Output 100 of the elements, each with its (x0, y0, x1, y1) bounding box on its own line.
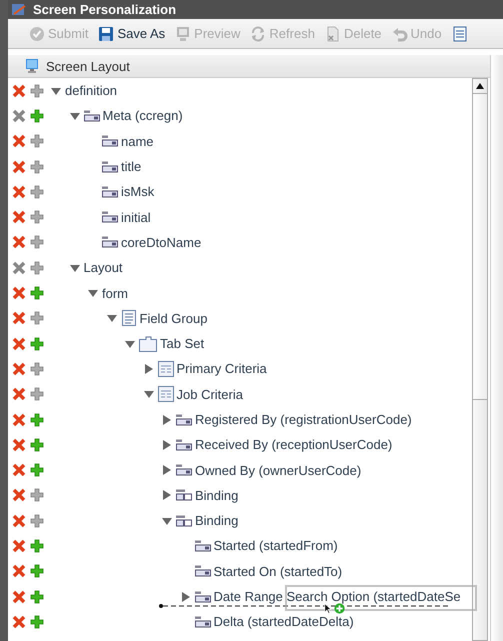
delete-icon[interactable] (12, 538, 26, 553)
scrollbar[interactable] (472, 78, 488, 641)
tree-node-label[interactable]: Date Range Search Option (startedDateSe (214, 589, 461, 604)
add-icon[interactable] (30, 387, 44, 402)
delete-icon[interactable] (12, 286, 26, 300)
tree-node-label[interactable]: Owned By (ownerUserCode) (195, 462, 362, 478)
delete-icon[interactable] (12, 614, 26, 629)
tree-node-label[interactable]: Tab Set (160, 336, 204, 352)
tree-node-label[interactable]: Primary Criteria (176, 361, 267, 376)
tab-page-icon (158, 386, 174, 402)
add-icon[interactable] (30, 538, 44, 553)
tree-node-label[interactable]: Job Criteria (176, 386, 243, 402)
delete-icon[interactable] (12, 412, 26, 426)
delete-icon[interactable] (12, 108, 26, 123)
tree-node-label[interactable]: name (121, 134, 154, 149)
document-delete-icon (324, 26, 341, 42)
field-icon (102, 211, 118, 224)
expand-arrow-icon[interactable] (161, 464, 173, 476)
tree-node-label[interactable]: title (121, 159, 142, 174)
add-icon[interactable] (30, 160, 44, 174)
field-icon (176, 438, 192, 451)
expand-arrow-icon[interactable] (180, 590, 192, 603)
add-icon[interactable] (30, 564, 44, 578)
tree-node-label[interactable]: Delta (startedDateDelta) (214, 614, 354, 630)
delete-icon[interactable] (12, 134, 26, 148)
tree-node-label[interactable]: Binding (195, 513, 238, 528)
check-icon (29, 26, 45, 42)
add-icon[interactable] (30, 614, 44, 629)
add-icon[interactable] (30, 311, 44, 326)
add-icon[interactable] (30, 336, 44, 351)
add-icon[interactable] (30, 438, 44, 452)
delete-icon[interactable] (12, 463, 26, 478)
field-icon (102, 186, 118, 198)
add-icon[interactable] (30, 260, 44, 275)
add-icon[interactable] (30, 235, 44, 250)
delete-icon[interactable] (12, 260, 26, 275)
monitor-icon (24, 58, 40, 74)
delete-icon[interactable] (12, 210, 26, 224)
refresh-icon (250, 26, 266, 42)
delete-icon[interactable] (12, 514, 26, 528)
tree-node-label[interactable]: Field Group (140, 310, 208, 326)
delete-icon[interactable] (12, 438, 26, 452)
field-icon (102, 135, 118, 148)
collapse-arrow-icon[interactable] (106, 312, 118, 324)
field-icon (194, 590, 210, 603)
delete-icon[interactable] (12, 84, 26, 98)
expand-arrow-icon[interactable] (142, 362, 154, 375)
field-icon (84, 110, 100, 122)
scrollbar[interactable] (490, 55, 503, 641)
add-icon[interactable] (30, 514, 44, 528)
add-icon[interactable] (30, 412, 44, 426)
delete-icon[interactable] (12, 235, 26, 250)
app-icon (11, 2, 27, 18)
add-icon (334, 603, 345, 614)
add-icon[interactable] (30, 134, 44, 148)
field-icon (176, 464, 192, 476)
delete-icon[interactable] (12, 590, 26, 604)
expand-arrow-icon[interactable] (161, 489, 173, 502)
tree-node-label[interactable]: initial (121, 210, 151, 225)
undo-icon (392, 26, 408, 42)
add-icon[interactable] (30, 84, 44, 98)
cursor-icon (324, 603, 333, 614)
tree-node-label[interactable]: Layout (84, 260, 123, 276)
form-icon (120, 310, 136, 326)
save-button[interactable]: Save As (95, 24, 168, 44)
collapse-arrow-icon[interactable] (87, 287, 99, 300)
tree-node-label[interactable]: definition (65, 83, 118, 98)
add-icon[interactable] (30, 362, 44, 376)
delete-icon[interactable] (12, 184, 26, 199)
tree-node-label[interactable]: coreDtoName (121, 234, 202, 250)
delete-icon[interactable] (12, 311, 26, 326)
collapse-arrow-icon[interactable] (142, 388, 154, 400)
add-icon[interactable] (30, 590, 44, 604)
tree-node-label[interactable]: isMsk (121, 184, 154, 200)
tree-node-label[interactable]: Started On (startedTo) (214, 564, 342, 579)
scroll-up-arrow-icon[interactable] (476, 83, 484, 89)
binding-icon (176, 514, 192, 527)
expand-arrow-icon[interactable] (161, 414, 173, 426)
tree-node-label[interactable]: Binding (195, 488, 238, 503)
delete-icon[interactable] (12, 362, 26, 376)
add-icon[interactable] (30, 210, 44, 224)
delete-icon[interactable] (12, 160, 26, 174)
tree-node-label[interactable]: Meta (ccregn) (102, 108, 183, 124)
delete-icon[interactable] (12, 488, 26, 502)
delete-icon[interactable] (12, 564, 26, 578)
add-icon[interactable] (30, 488, 44, 502)
binding-icon (176, 489, 192, 502)
expand-arrow-icon[interactable] (161, 438, 173, 451)
add-icon[interactable] (30, 184, 44, 199)
add-icon[interactable] (30, 108, 44, 123)
tree-node-label[interactable]: Registered By (registrationUserCode) (195, 412, 412, 427)
tree-node-label[interactable]: Received By (receptionUserCode) (195, 437, 392, 452)
add-icon[interactable] (30, 286, 44, 300)
add-icon[interactable] (30, 463, 44, 478)
tree-node-label[interactable]: form (102, 286, 128, 301)
tree-node-label[interactable]: Started (startedFrom) (214, 538, 338, 554)
delete-icon[interactable] (12, 336, 26, 351)
delete-icon[interactable] (12, 387, 26, 402)
field-icon (194, 565, 210, 578)
tab-page-icon (158, 360, 174, 377)
